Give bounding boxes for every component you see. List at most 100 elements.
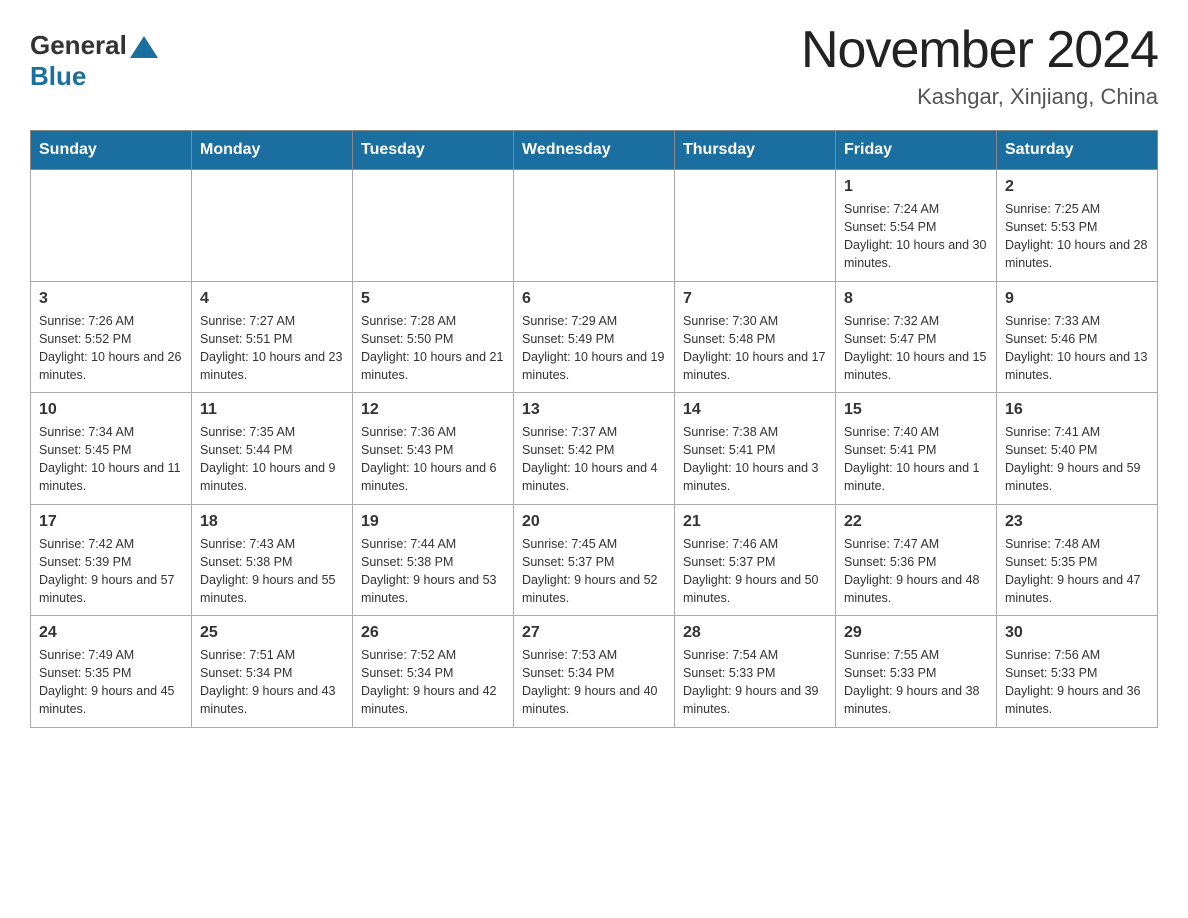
- day-info: Sunrise: 7:26 AMSunset: 5:52 PMDaylight:…: [39, 312, 183, 385]
- day-info: Sunrise: 7:37 AMSunset: 5:42 PMDaylight:…: [522, 423, 666, 496]
- weekday-header-sunday: Sunday: [31, 131, 192, 170]
- weekday-header-tuesday: Tuesday: [353, 131, 514, 170]
- calendar-cell: 13 Sunrise: 7:37 AMSunset: 5:42 PMDayligh…: [514, 393, 675, 505]
- day-number: 6: [522, 290, 666, 308]
- calendar-cell: 21 Sunrise: 7:46 AMSunset: 5:37 PMDayligh…: [675, 504, 836, 616]
- calendar-cell: [31, 170, 192, 282]
- calendar-cell: 27 Sunrise: 7:53 AMSunset: 5:34 PMDayligh…: [514, 616, 675, 728]
- weekday-header-thursday: Thursday: [675, 131, 836, 170]
- calendar-cell: 18 Sunrise: 7:43 AMSunset: 5:38 PMDayligh…: [192, 504, 353, 616]
- day-info: Sunrise: 7:49 AMSunset: 5:35 PMDaylight:…: [39, 646, 183, 719]
- day-number: 26: [361, 624, 505, 642]
- day-number: 18: [200, 513, 344, 531]
- calendar-cell: 17 Sunrise: 7:42 AMSunset: 5:39 PMDayligh…: [31, 504, 192, 616]
- day-info: Sunrise: 7:56 AMSunset: 5:33 PMDaylight:…: [1005, 646, 1149, 719]
- day-info: Sunrise: 7:27 AMSunset: 5:51 PMDaylight:…: [200, 312, 344, 385]
- calendar-cell: 5 Sunrise: 7:28 AMSunset: 5:50 PMDaylight…: [353, 281, 514, 393]
- day-info: Sunrise: 7:38 AMSunset: 5:41 PMDaylight:…: [683, 423, 827, 496]
- calendar-cell: 7 Sunrise: 7:30 AMSunset: 5:48 PMDaylight…: [675, 281, 836, 393]
- day-info: Sunrise: 7:45 AMSunset: 5:37 PMDaylight:…: [522, 535, 666, 608]
- day-number: 9: [1005, 290, 1149, 308]
- location-title: Kashgar, Xinjiang, China: [801, 84, 1158, 110]
- weekday-header-monday: Monday: [192, 131, 353, 170]
- weekday-header-saturday: Saturday: [997, 131, 1158, 170]
- day-number: 5: [361, 290, 505, 308]
- day-info: Sunrise: 7:35 AMSunset: 5:44 PMDaylight:…: [200, 423, 344, 496]
- day-info: Sunrise: 7:54 AMSunset: 5:33 PMDaylight:…: [683, 646, 827, 719]
- day-number: 7: [683, 290, 827, 308]
- calendar-cell: 30 Sunrise: 7:56 AMSunset: 5:33 PMDayligh…: [997, 616, 1158, 728]
- day-info: Sunrise: 7:48 AMSunset: 5:35 PMDaylight:…: [1005, 535, 1149, 608]
- calendar-cell: 1 Sunrise: 7:24 AMSunset: 5:54 PMDaylight…: [836, 170, 997, 282]
- day-number: 23: [1005, 513, 1149, 531]
- calendar-cell: 28Sunrise: 7:54 AMSunset: 5:33 PMDayligh…: [675, 616, 836, 728]
- calendar-cell: 19 Sunrise: 7:44 AMSunset: 5:38 PMDayligh…: [353, 504, 514, 616]
- day-number: 27: [522, 624, 666, 642]
- day-number: 30: [1005, 624, 1149, 642]
- title-section: November 2024 Kashgar, Xinjiang, China: [801, 20, 1158, 110]
- day-number: 11: [200, 401, 344, 419]
- day-number: 24: [39, 624, 183, 642]
- calendar-cell: 25Sunrise: 7:51 AMSunset: 5:34 PMDayligh…: [192, 616, 353, 728]
- day-info: Sunrise: 7:44 AMSunset: 5:38 PMDaylight:…: [361, 535, 505, 608]
- month-title: November 2024: [801, 20, 1158, 80]
- day-number: 12: [361, 401, 505, 419]
- day-number: 16: [1005, 401, 1149, 419]
- day-number: 29: [844, 624, 988, 642]
- day-info: Sunrise: 7:36 AMSunset: 5:43 PMDaylight:…: [361, 423, 505, 496]
- calendar-cell: 26Sunrise: 7:52 AMSunset: 5:34 PMDayligh…: [353, 616, 514, 728]
- day-number: 2: [1005, 178, 1149, 196]
- calendar-cell: 14 Sunrise: 7:38 AMSunset: 5:41 PMDayligh…: [675, 393, 836, 505]
- calendar-week-row: 3 Sunrise: 7:26 AMSunset: 5:52 PMDaylight…: [31, 281, 1158, 393]
- day-info: Sunrise: 7:30 AMSunset: 5:48 PMDaylight:…: [683, 312, 827, 385]
- calendar-table: SundayMondayTuesdayWednesdayThursdayFrid…: [30, 130, 1158, 728]
- logo-general-text: General: [30, 30, 127, 61]
- calendar-cell: [353, 170, 514, 282]
- calendar-cell: 16Sunrise: 7:41 AMSunset: 5:40 PMDayligh…: [997, 393, 1158, 505]
- calendar-cell: 4 Sunrise: 7:27 AMSunset: 5:51 PMDaylight…: [192, 281, 353, 393]
- day-info: Sunrise: 7:53 AMSunset: 5:34 PMDaylight:…: [522, 646, 666, 719]
- calendar-cell: 20 Sunrise: 7:45 AMSunset: 5:37 PMDayligh…: [514, 504, 675, 616]
- weekday-header-row: SundayMondayTuesdayWednesdayThursdayFrid…: [31, 131, 1158, 170]
- day-number: 8: [844, 290, 988, 308]
- calendar-week-row: 10Sunrise: 7:34 AMSunset: 5:45 PMDayligh…: [31, 393, 1158, 505]
- calendar-cell: 3 Sunrise: 7:26 AMSunset: 5:52 PMDaylight…: [31, 281, 192, 393]
- calendar-cell: 10Sunrise: 7:34 AMSunset: 5:45 PMDayligh…: [31, 393, 192, 505]
- day-number: 21: [683, 513, 827, 531]
- calendar-cell: [675, 170, 836, 282]
- day-number: 1: [844, 178, 988, 196]
- page-header: General Blue November 2024 Kashgar, Xinj…: [30, 20, 1158, 110]
- day-info: Sunrise: 7:34 AMSunset: 5:45 PMDaylight:…: [39, 423, 183, 496]
- day-info: Sunrise: 7:46 AMSunset: 5:37 PMDaylight:…: [683, 535, 827, 608]
- day-info: Sunrise: 7:40 AMSunset: 5:41 PMDaylight:…: [844, 423, 988, 496]
- calendar-week-row: 17 Sunrise: 7:42 AMSunset: 5:39 PMDayligh…: [31, 504, 1158, 616]
- day-number: 20: [522, 513, 666, 531]
- day-number: 19: [361, 513, 505, 531]
- day-info: Sunrise: 7:33 AMSunset: 5:46 PMDaylight:…: [1005, 312, 1149, 385]
- calendar-week-row: 24 Sunrise: 7:49 AMSunset: 5:35 PMDayligh…: [31, 616, 1158, 728]
- day-info: Sunrise: 7:28 AMSunset: 5:50 PMDaylight:…: [361, 312, 505, 385]
- weekday-header-friday: Friday: [836, 131, 997, 170]
- day-info: Sunrise: 7:25 AMSunset: 5:53 PMDaylight:…: [1005, 200, 1149, 273]
- calendar-cell: 11 Sunrise: 7:35 AMSunset: 5:44 PMDayligh…: [192, 393, 353, 505]
- day-info: Sunrise: 7:43 AMSunset: 5:38 PMDaylight:…: [200, 535, 344, 608]
- day-info: Sunrise: 7:24 AMSunset: 5:54 PMDaylight:…: [844, 200, 988, 273]
- calendar-cell: 23 Sunrise: 7:48 AMSunset: 5:35 PMDayligh…: [997, 504, 1158, 616]
- day-number: 3: [39, 290, 183, 308]
- logo-blue-text: Blue: [30, 61, 86, 92]
- day-number: 4: [200, 290, 344, 308]
- calendar-cell: [192, 170, 353, 282]
- calendar-cell: 8 Sunrise: 7:32 AMSunset: 5:47 PMDaylight…: [836, 281, 997, 393]
- day-info: Sunrise: 7:55 AMSunset: 5:33 PMDaylight:…: [844, 646, 988, 719]
- calendar-cell: 24 Sunrise: 7:49 AMSunset: 5:35 PMDayligh…: [31, 616, 192, 728]
- day-number: 14: [683, 401, 827, 419]
- day-number: 22: [844, 513, 988, 531]
- calendar-cell: 22Sunrise: 7:47 AMSunset: 5:36 PMDayligh…: [836, 504, 997, 616]
- calendar-cell: 12 Sunrise: 7:36 AMSunset: 5:43 PMDayligh…: [353, 393, 514, 505]
- day-number: 17: [39, 513, 183, 531]
- day-info: Sunrise: 7:42 AMSunset: 5:39 PMDaylight:…: [39, 535, 183, 608]
- day-info: Sunrise: 7:29 AMSunset: 5:49 PMDaylight:…: [522, 312, 666, 385]
- day-info: Sunrise: 7:32 AMSunset: 5:47 PMDaylight:…: [844, 312, 988, 385]
- calendar-cell: 6 Sunrise: 7:29 AMSunset: 5:49 PMDaylight…: [514, 281, 675, 393]
- day-number: 13: [522, 401, 666, 419]
